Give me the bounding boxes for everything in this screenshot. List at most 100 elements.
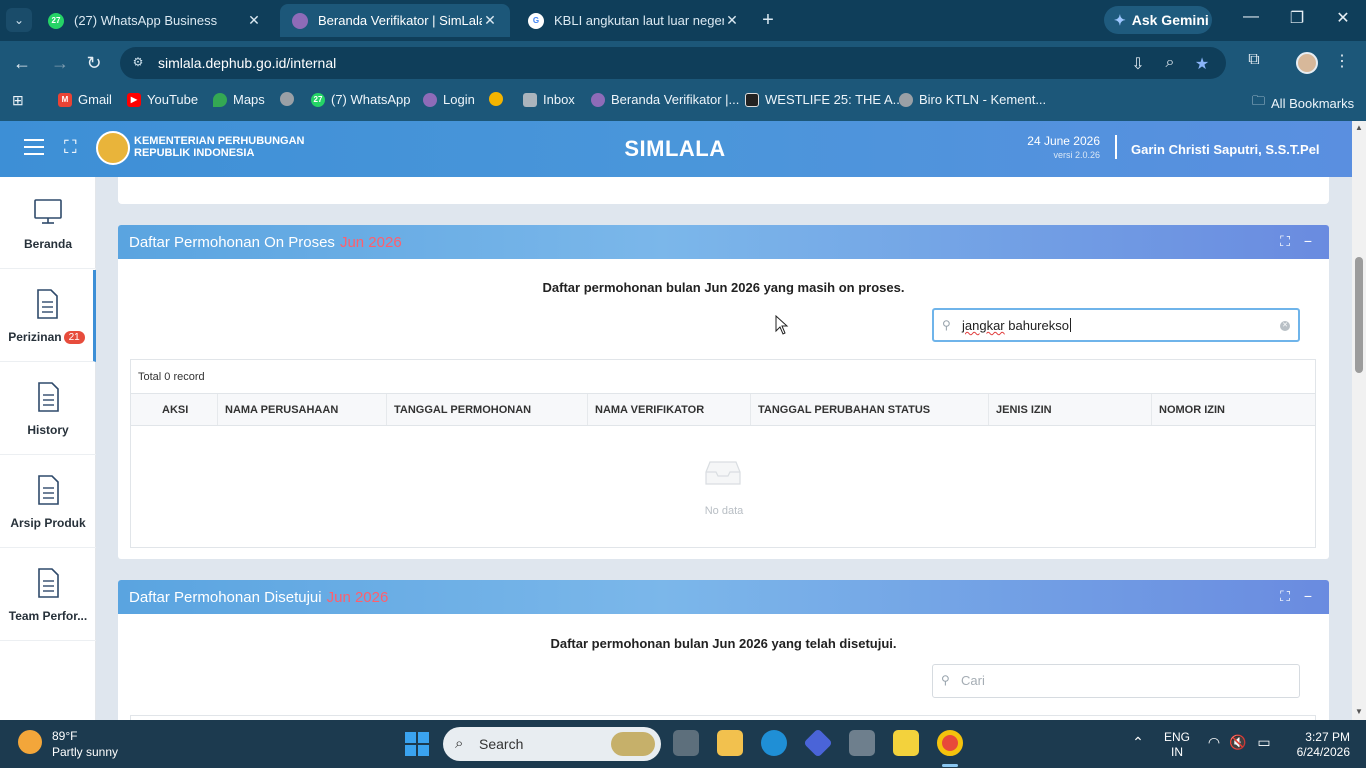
chrome-icon[interactable] xyxy=(937,730,963,756)
sticky-notes-icon[interactable] xyxy=(893,730,919,756)
column-header: NAMA VERIFIKATOR xyxy=(588,394,751,425)
all-bookmarks-button[interactable]: 🗀 All Bookmarks xyxy=(1252,92,1354,114)
bookmark-youtube[interactable]: ▶ YouTube xyxy=(127,92,198,107)
search-input[interactable]: ⚲ jangkar bahurekso ✕ xyxy=(932,308,1300,342)
bookmark-biro-ktln[interactable]: Biro KTLN - Kement... xyxy=(899,92,1046,107)
sidebar-item-arsip-produk[interactable]: Arsip Produk xyxy=(0,456,96,548)
language-indicator[interactable]: ENG IN xyxy=(1162,730,1192,760)
site-info-icon[interactable]: ⚙ xyxy=(130,55,146,71)
collapse-icon[interactable]: − xyxy=(1300,588,1316,604)
sidebar-item-history[interactable]: History xyxy=(0,363,96,455)
close-tab-icon[interactable]: ✕ xyxy=(482,12,498,29)
search-value-misspelled: jangkar xyxy=(962,318,1005,333)
scrollbar-thumb[interactable] xyxy=(1355,257,1363,373)
browser-tab-simlala[interactable]: Beranda Verifikator | SimLala ✕ xyxy=(280,4,510,37)
column-header: JENIS IZIN xyxy=(989,394,1152,425)
bookmark-westlife[interactable]: WESTLIFE 25: THE A... xyxy=(745,92,903,107)
back-arrow-icon[interactable]: ← xyxy=(10,51,34,75)
windows-start-icon[interactable] xyxy=(405,732,429,756)
total-record: Total 0 record xyxy=(131,360,1315,394)
search-value: bahurekso xyxy=(1004,318,1069,333)
bookmark-inbox[interactable]: Inbox xyxy=(523,92,575,107)
bookmark-maps[interactable]: Maps xyxy=(213,92,265,107)
reload-icon[interactable]: ↻ xyxy=(82,51,106,75)
maps-pin-icon xyxy=(213,92,227,107)
profile-avatar[interactable] xyxy=(1296,52,1318,74)
close-window-icon[interactable]: ✕ xyxy=(1328,8,1358,28)
column-header: TANGGAL PERMOHONAN xyxy=(387,394,588,425)
document-icon xyxy=(36,289,58,319)
bookmark-beranda[interactable]: Beranda Verifikator |... xyxy=(591,92,739,107)
extensions-icon[interactable]: ⧉ xyxy=(1242,51,1266,69)
organization-name: KEMENTERIAN PERHUBUNGAN REPUBLIK INDONES… xyxy=(134,135,305,159)
vertical-scrollbar[interactable]: ▲ ▼ xyxy=(1352,121,1366,720)
sidebar-item-team-performance[interactable]: Team Perfor... xyxy=(0,549,96,641)
tab-search-button[interactable]: ⌄ xyxy=(6,8,32,32)
inbox-icon xyxy=(523,92,537,107)
file-explorer-icon[interactable] xyxy=(717,730,743,756)
sidebar-item-beranda[interactable]: Beranda xyxy=(0,177,96,269)
forward-arrow-icon[interactable]: → xyxy=(48,51,72,75)
card-subtitle: Daftar permohonan bulan Jun 2026 yang te… xyxy=(550,636,897,651)
expand-icon[interactable]: ⛶ xyxy=(1277,233,1293,250)
hamburger-menu-icon[interactable] xyxy=(24,139,44,155)
whatsapp-icon: 27 xyxy=(48,12,64,29)
column-header: TANGGAL PERUBAHAN STATUS xyxy=(751,394,989,425)
bookmark-globe[interactable] xyxy=(280,92,294,106)
bookmark-star-icon[interactable]: ★ xyxy=(1192,54,1212,74)
tab-title: KBLI angkutan laut luar negeri u xyxy=(554,13,724,28)
new-tab-button[interactable]: + xyxy=(758,9,778,31)
scroll-up-icon[interactable]: ▲ xyxy=(1352,123,1366,132)
gmail-icon: M xyxy=(58,92,72,107)
browser-tab-kbli[interactable]: G KBLI angkutan laut luar negeri u ✕ xyxy=(516,4,752,37)
expand-icon[interactable]: ⛶ xyxy=(1277,588,1293,605)
chevron-up-icon[interactable]: ⌃ xyxy=(1128,734,1148,751)
close-tab-icon[interactable]: ✕ xyxy=(246,12,262,29)
minimize-icon[interactable]: — xyxy=(1236,8,1266,26)
collapse-icon[interactable]: − xyxy=(1300,233,1316,249)
sidebar-item-perizinan[interactable]: Perizinan 21 xyxy=(0,270,96,362)
scroll-down-icon[interactable]: ▼ xyxy=(1352,707,1366,716)
volume-muted-icon[interactable]: 🔇 xyxy=(1228,734,1248,751)
search-input[interactable]: ⚲ Cari xyxy=(932,664,1300,698)
chrome-menu-icon[interactable]: ⋮ xyxy=(1330,51,1354,71)
user-name[interactable]: Garin Christi Saputri, S.S.T.Pel xyxy=(1131,142,1320,157)
copilot-icon[interactable] xyxy=(803,728,833,758)
bookmark-gmail[interactable]: M Gmail xyxy=(58,92,112,107)
camera-icon[interactable] xyxy=(849,730,875,756)
clock[interactable]: 3:27 PM 6/24/2026 xyxy=(1270,730,1350,760)
text-caret xyxy=(1069,318,1071,332)
whatsapp-icon: 27 xyxy=(311,92,325,107)
sidebar-item-label: Perizinan xyxy=(8,330,62,344)
close-tab-icon[interactable]: ✕ xyxy=(724,12,740,29)
bookmark-whatsapp[interactable]: 27 (7) WhatsApp xyxy=(311,92,410,107)
browser-tab-whatsapp[interactable]: 27 (27) WhatsApp Business ✕ xyxy=(36,4,274,37)
gemini-sparkle-icon: ✦ xyxy=(1114,11,1126,28)
folder-icon: 🗀 xyxy=(1252,93,1266,108)
ask-gemini-button[interactable]: ✦ Ask Gemini xyxy=(1104,6,1212,34)
clear-icon[interactable]: ✕ xyxy=(1280,321,1290,331)
ask-gemini-label: Ask Gemini xyxy=(1131,12,1209,28)
document-icon xyxy=(38,382,59,412)
taskbar-search[interactable]: ⌕ Search xyxy=(443,727,661,761)
no-data-text: No data xyxy=(704,505,744,517)
apps-grid-icon[interactable]: ⊞ xyxy=(12,92,24,109)
zoom-icon[interactable]: ⌕ xyxy=(1160,54,1180,72)
bookmark-pinwheel[interactable] xyxy=(489,92,503,106)
perizinan-count-badge: 21 xyxy=(63,331,85,345)
simlala-favicon-icon xyxy=(292,12,308,29)
card-month: Jun 2026 xyxy=(339,234,402,251)
sidebar: Beranda Perizinan 21 History Arsip Produk… xyxy=(0,177,96,720)
bookmark-login[interactable]: Login xyxy=(423,92,475,107)
weather-temp: 89°F xyxy=(52,729,78,743)
column-header: NAMA PERUSAHAAN xyxy=(218,394,387,425)
weather-sun-icon[interactable] xyxy=(18,730,42,754)
edge-icon[interactable] xyxy=(761,730,787,756)
wifi-icon[interactable]: ◠ xyxy=(1204,734,1224,751)
task-view-icon[interactable] xyxy=(673,730,699,756)
card-on-proses: Daftar Permohonan On Proses Jun 2026 ⛶ − … xyxy=(118,225,1329,559)
omnibox[interactable]: ⚙ simlala.dephub.go.id/internal ⇩ ⌕ ★ xyxy=(120,47,1226,79)
install-app-icon[interactable]: ⇩ xyxy=(1128,54,1148,74)
restore-icon[interactable]: ❐ xyxy=(1282,8,1312,28)
fullscreen-icon[interactable]: ⛶ xyxy=(64,137,84,158)
